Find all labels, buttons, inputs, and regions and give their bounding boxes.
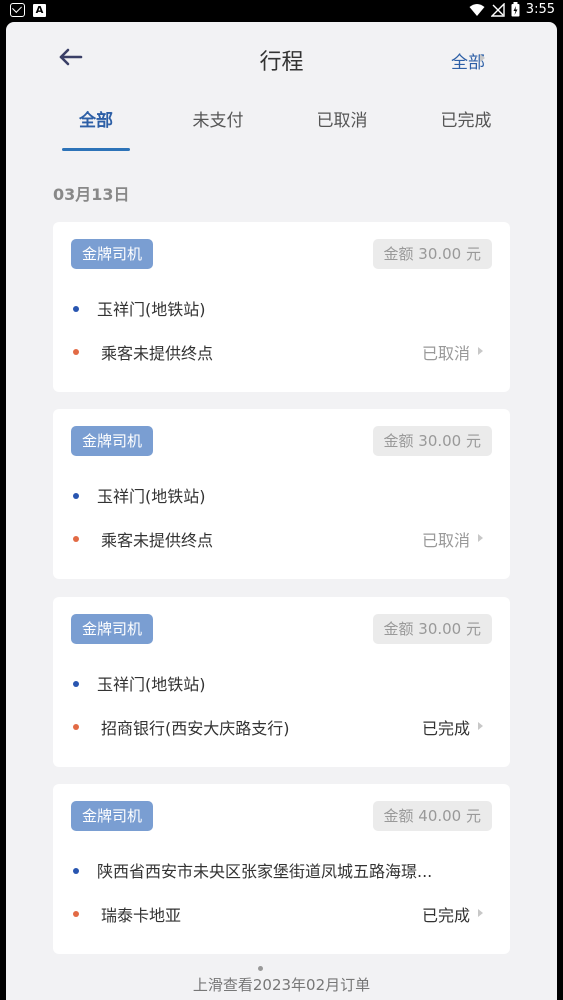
start-dot-icon	[73, 868, 79, 874]
loading-dot-icon	[258, 966, 263, 971]
trip-status: 已完成	[421, 719, 470, 738]
trip-list-screen: 行程 全部 全部 未支付 已取消 已完成 03月13日 金牌司机 金额 30.0…	[6, 22, 557, 1000]
tab-all[interactable]: 全部	[62, 106, 130, 131]
amount-badge: 金额 40.00 元	[372, 801, 492, 831]
end-address: 乘客未提供终点	[101, 531, 214, 550]
start-address: 玉祥门(地铁站)	[97, 487, 206, 506]
trip-card[interactable]: 金牌司机 金额 40.00 元 陕西省西安市未央区张家堡街道凤城五路海璟... …	[53, 784, 510, 954]
start-address: 玉祥门(地铁站)	[97, 675, 206, 694]
driver-badge: 金牌司机	[71, 801, 154, 831]
date-heading: 03月13日	[53, 185, 130, 204]
mail-icon	[10, 3, 25, 17]
trip-status: 已取消	[421, 344, 470, 363]
load-more-hint[interactable]: 上滑查看2023年02月订单	[6, 974, 557, 995]
amount-badge: 金额 30.00 元	[372, 426, 492, 456]
battery-icon	[511, 2, 520, 17]
trip-card[interactable]: 金牌司机 金额 30.00 元 玉祥门(地铁站) 乘客未提供终点 已取消	[53, 222, 510, 392]
trip-status: 已取消	[421, 531, 470, 550]
trip-status: 已完成	[421, 906, 470, 925]
tab-cancelled[interactable]: 已取消	[306, 106, 378, 131]
end-dot-icon	[73, 536, 79, 542]
signal-icon	[490, 2, 505, 17]
driver-badge: 金牌司机	[71, 614, 154, 644]
amount-badge: 金额 30.00 元	[372, 614, 492, 644]
wifi-icon	[469, 3, 485, 16]
chevron-right-icon	[480, 54, 485, 62]
trip-card[interactable]: 金牌司机 金额 30.00 元 玉祥门(地铁站) 招商银行(西安大庆路支行) 已…	[53, 597, 510, 767]
status-bar: A 3:55	[0, 0, 563, 22]
driver-badge: 金牌司机	[71, 239, 154, 269]
driver-badge: 金牌司机	[71, 426, 154, 456]
end-dot-icon	[73, 911, 79, 917]
end-dot-icon	[73, 724, 79, 730]
tab-completed[interactable]: 已完成	[430, 106, 502, 131]
start-address: 陕西省西安市未央区张家堡街道凤城五路海璟...	[97, 862, 433, 881]
end-address: 瑞泰卡地亚	[101, 906, 182, 925]
tab-unpaid[interactable]: 未支付	[182, 106, 254, 131]
start-address: 玉祥门(地铁站)	[97, 300, 206, 319]
chevron-right-icon	[478, 534, 483, 542]
start-dot-icon	[73, 306, 79, 312]
start-dot-icon	[73, 681, 79, 687]
tab-bar: 全部 未支付 已取消 已完成	[6, 106, 557, 156]
chevron-right-icon	[478, 347, 483, 355]
start-dot-icon	[73, 493, 79, 499]
end-dot-icon	[73, 349, 79, 355]
end-address: 招商银行(西安大庆路支行)	[101, 719, 290, 738]
header: 行程 全部	[6, 22, 557, 96]
end-address: 乘客未提供终点	[101, 344, 214, 363]
tab-active-indicator	[62, 148, 130, 151]
status-time: 3:55	[525, 2, 555, 17]
chevron-right-icon	[478, 722, 483, 730]
trip-card[interactable]: 金牌司机 金额 30.00 元 玉祥门(地铁站) 乘客未提供终点 已取消	[53, 409, 510, 579]
amount-badge: 金额 30.00 元	[372, 239, 492, 269]
chevron-right-icon	[478, 909, 483, 917]
a-icon: A	[33, 3, 46, 17]
